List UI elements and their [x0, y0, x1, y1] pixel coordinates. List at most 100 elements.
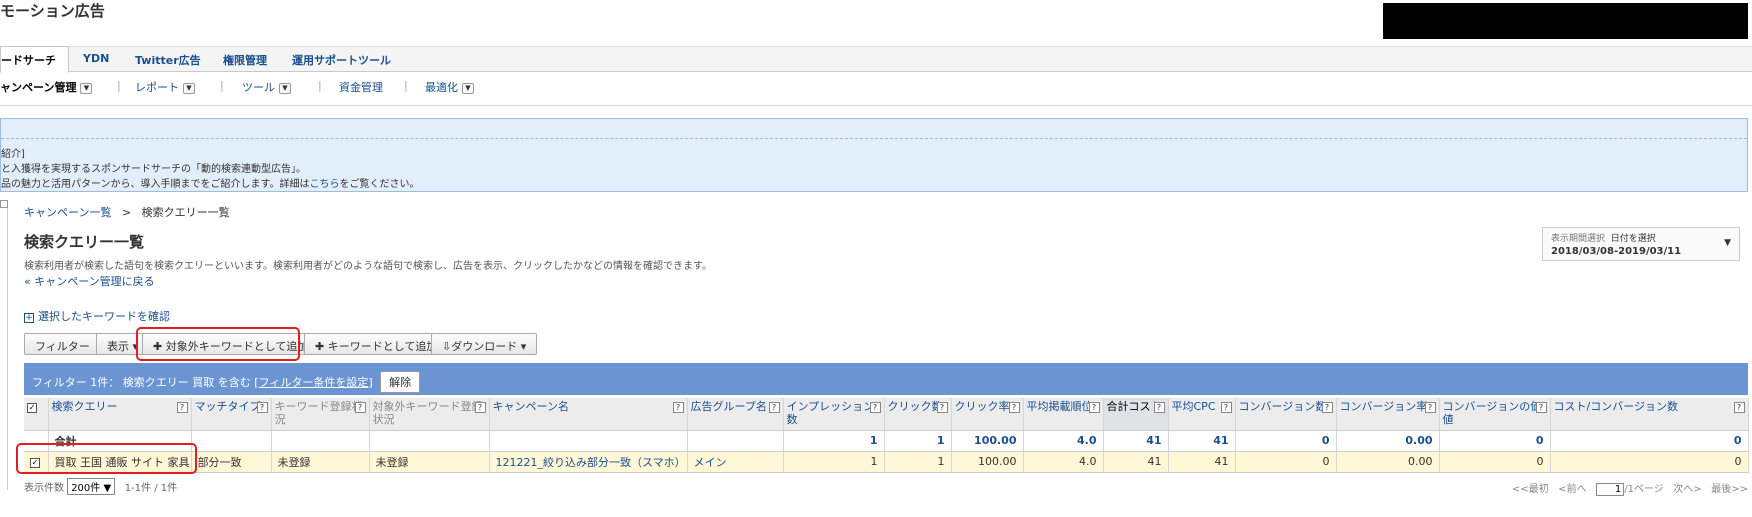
- highlight-box: [136, 327, 300, 361]
- column-header[interactable]: 平均CPC?: [1168, 398, 1236, 431]
- table-row[interactable]: ✓ 買取 王国 通販 サイト 家具 部分一致 未登録 未登録 121221_絞り…: [24, 451, 1749, 473]
- period-selector[interactable]: 表示期間選択 日付を選択 2018/03/08-2019/03/11 ▼: [1542, 227, 1740, 261]
- column-header[interactable]: 対象外キーワード登録状況?: [369, 398, 490, 431]
- tab-sponsored-search[interactable]: ードサーチ: [0, 46, 69, 73]
- download-button[interactable]: ⇩ダウンロード ▾: [431, 333, 538, 355]
- divider: |: [318, 79, 322, 92]
- column-header-sorted[interactable]: 合計コスト?: [1103, 398, 1169, 431]
- help-icon[interactable]: ?: [768, 402, 780, 413]
- info-link[interactable]: こちら: [310, 179, 340, 190]
- period-value: 2018/03/08-2019/03/11: [1551, 246, 1682, 257]
- column-header[interactable]: インプレッション数?: [783, 398, 885, 431]
- tab-twitter[interactable]: Twitter広告: [135, 52, 201, 68]
- avg-position: 4.0: [1023, 451, 1104, 473]
- column-header[interactable]: クリック率?: [951, 398, 1024, 431]
- tab-ydn[interactable]: YDN: [83, 52, 109, 65]
- impressions: 1: [783, 451, 885, 473]
- back-to-campaign-link[interactable]: « キャンペーン管理に戻る: [24, 273, 155, 289]
- info-heading: 紹介]: [1, 149, 25, 160]
- avg-cpc: 41: [1168, 451, 1236, 473]
- divider: |: [220, 79, 224, 92]
- chevron-down-icon[interactable]: ▼: [462, 82, 474, 94]
- side-collapse-handle[interactable]: [0, 200, 8, 490]
- help-icon[interactable]: ?: [1008, 402, 1020, 413]
- help-icon[interactable]: ?: [1424, 402, 1436, 413]
- total-row: 合計 1 1 100.00 4.0 41 41 0 0.00 0 0: [24, 430, 1749, 452]
- total-conversion-rate: 0.00: [1336, 430, 1440, 452]
- keyword-status: 未登録: [271, 451, 370, 473]
- subnav-report[interactable]: レポート ▼: [135, 79, 195, 95]
- total-conversion-value: 0: [1439, 430, 1551, 452]
- info-banner: 紹介] と入獲得を実現するスポンサードサーチの「動的検索連動型広告」。 品の魅力…: [0, 118, 1748, 192]
- chevron-down-icon[interactable]: ▼: [80, 82, 93, 94]
- add-keyword-button[interactable]: ✚ キーワードとして追加: [304, 333, 449, 355]
- column-header[interactable]: コンバージョン数?: [1235, 398, 1337, 431]
- campaign-link[interactable]: 121221_絞り込み部分一致（スマホ）: [489, 451, 688, 473]
- last-page-link[interactable]: 最後>>: [1711, 484, 1748, 495]
- tab-permissions[interactable]: 権限管理: [223, 52, 267, 68]
- tab-support-tools[interactable]: 運用サポートツール: [292, 52, 391, 68]
- redacted-account-area: [1383, 3, 1748, 39]
- clear-filter-button[interactable]: 解除: [380, 371, 421, 393]
- help-icon[interactable]: ?: [354, 402, 366, 413]
- table-footer: 表示件数 200件 ▼ 1-1件 / 1件 <<最初 <前へ 1/1ページ 次へ…: [24, 478, 1748, 498]
- help-icon[interactable]: ?: [936, 402, 948, 413]
- first-page-link[interactable]: <<最初: [1512, 484, 1549, 495]
- breadcrumb: キャンペーン一覧 > 検索クエリー一覧: [24, 204, 230, 220]
- column-header[interactable]: キーワード登録状況?: [271, 398, 370, 431]
- negative-keyword-status: 未登録: [369, 451, 490, 473]
- filter-settings-link[interactable]: フィルター条件を設定: [259, 376, 369, 389]
- help-icon[interactable]: ?: [1088, 402, 1100, 413]
- column-header[interactable]: マッチタイプ?: [191, 398, 272, 431]
- chevron-down-icon[interactable]: ▼: [279, 82, 291, 94]
- cost-per-conversion: 0: [1550, 451, 1749, 473]
- total-cost-per-conversion: 0: [1550, 430, 1749, 452]
- divider: |: [117, 79, 121, 92]
- query-table: ✓ 検索クエリー? マッチタイプ? キーワード登録状況? 対象外キーワード登録状…: [24, 398, 1749, 473]
- total-impressions: 1: [783, 430, 885, 452]
- sub-navigation: ャンペーン管理 ▼ | レポート ▼ | ツール ▼ | 資金管理 | 最適化 ▼: [0, 74, 1752, 106]
- page-number-input[interactable]: 1: [1596, 483, 1625, 496]
- column-header[interactable]: 広告グループ名?: [687, 398, 784, 431]
- ad-group-link[interactable]: メイン: [687, 451, 784, 473]
- breadcrumb-campaign-list[interactable]: キャンペーン一覧: [24, 206, 111, 219]
- column-header[interactable]: 平均掲載順位?: [1023, 398, 1104, 431]
- divider: [1, 138, 1747, 139]
- subnav-optimize[interactable]: 最適化 ▼: [425, 79, 474, 95]
- filter-button[interactable]: フィルター: [24, 333, 101, 355]
- select-all-header[interactable]: ✓: [24, 398, 49, 431]
- column-header[interactable]: コンバージョン率?: [1336, 398, 1440, 431]
- help-icon[interactable]: ?: [1321, 402, 1333, 413]
- prev-page-link[interactable]: <前へ: [1558, 484, 1586, 495]
- help-icon[interactable]: ?: [869, 402, 881, 413]
- help-icon[interactable]: ?: [1535, 402, 1547, 413]
- help-icon[interactable]: ?: [176, 402, 188, 413]
- checkbox-icon[interactable]: ✓: [27, 403, 37, 413]
- column-header[interactable]: キャンペーン名?: [489, 398, 688, 431]
- app-title: モーション広告: [0, 2, 105, 20]
- total-ctr: 100.00: [951, 430, 1024, 452]
- column-header[interactable]: コンバージョンの価値?: [1439, 398, 1551, 431]
- column-header[interactable]: 検索クエリー?: [48, 398, 192, 431]
- chevron-down-icon[interactable]: ▼: [183, 82, 195, 94]
- filter-status-bar: フィルター 1件： 検索クエリー 買取 を含む [フィルター条件を設定] 解除: [24, 363, 1748, 395]
- total-conversions: 0: [1235, 430, 1337, 452]
- subnav-campaign-management[interactable]: ャンペーン管理 ▼: [0, 79, 93, 95]
- help-icon[interactable]: ?: [1733, 402, 1745, 413]
- total-avg-position: 4.0: [1023, 430, 1104, 452]
- help-icon[interactable]: ?: [474, 402, 486, 413]
- next-page-link[interactable]: 次へ>: [1673, 484, 1701, 495]
- selected-keyword-check[interactable]: + 選択したキーワードを確認: [24, 308, 170, 324]
- clicks: 1: [884, 451, 952, 473]
- column-header[interactable]: クリック数?: [884, 398, 952, 431]
- subnav-funds[interactable]: 資金管理: [339, 79, 383, 95]
- help-icon[interactable]: ?: [1220, 402, 1232, 413]
- help-icon[interactable]: ?: [672, 402, 684, 413]
- help-icon[interactable]: ?: [1153, 402, 1165, 413]
- help-icon[interactable]: ?: [256, 402, 268, 413]
- chevron-down-icon[interactable]: ▼: [1724, 238, 1731, 248]
- subnav-tools[interactable]: ツール ▼: [242, 79, 291, 95]
- page-size-select[interactable]: 200件 ▼: [67, 478, 116, 495]
- match-type: 部分一致: [191, 451, 272, 473]
- column-header[interactable]: コスト/コンバージョン数?: [1550, 398, 1749, 431]
